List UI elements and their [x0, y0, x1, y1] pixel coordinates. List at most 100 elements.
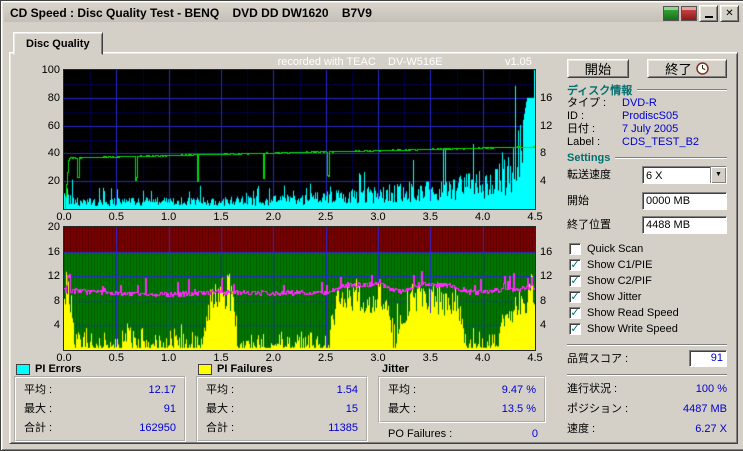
disc-date-label: 日付 : — [567, 123, 596, 135]
checkbox-show-write-speed[interactable]: ✓ Show Write Speed — [569, 321, 731, 337]
checkbox-show-c1-pie[interactable]: ✓ Show C1/PIE — [569, 257, 731, 273]
settings-section-header: Settings — [567, 152, 727, 164]
start-button-label: 開始 — [584, 62, 612, 77]
tick-label: 0.5 — [108, 352, 124, 364]
quality-score-label: 品質スコア : — [567, 353, 629, 365]
pi-failures-box: 平均 : 1.54 最大 : 15 合計 : 11385 — [196, 376, 368, 442]
right-panel: 開始 終了 ディスク情報 タイプ : DVD-R ID : ProdiscS05 日… — [557, 53, 735, 443]
pi-errors-box: 平均 : 12.17 最大 : 91 合計 : 162950 — [14, 376, 186, 442]
progress-value: 100 % — [695, 383, 727, 395]
close-button[interactable]: ✕ — [720, 4, 739, 22]
tick-label: 60 — [47, 119, 60, 132]
tab-page: recorded with TEAC DV-W516E v1.05 100 80 6… — [9, 52, 738, 444]
stat-label: 最大 : — [206, 403, 235, 415]
checkbox-box[interactable]: ✓ — [569, 275, 581, 287]
tick-label: 1.0 — [161, 211, 177, 223]
disc-label-label: Label : — [567, 136, 601, 148]
position-label: ポジション : — [567, 403, 629, 415]
tick-label: 4.5 — [527, 352, 543, 364]
stat-value: 15 — [345, 403, 358, 415]
jitter-box: 平均 : 9.47 % 最大 : 13.5 % — [378, 376, 546, 423]
tick-label: 40 — [47, 147, 60, 160]
tick-label: 3.0 — [370, 211, 386, 223]
recorded-with-label: recorded with TEAC DV-W516E — [277, 56, 443, 68]
po-failures-row: PO Failures : 0 — [388, 427, 538, 441]
checkbox-label: Show Write Speed — [587, 323, 678, 335]
checkbox-quick-scan[interactable]: Quick Scan — [569, 241, 731, 257]
chart1-y-left-axis: 100 80 60 40 20 — [32, 64, 62, 209]
tick-label: 80 — [47, 91, 60, 104]
stat-value: 162950 — [139, 422, 176, 434]
stat-value: 11385 — [328, 422, 358, 434]
checkbox-box[interactable]: ✓ — [569, 323, 581, 335]
window-title: CD Speed : Disc Quality Test - BENQ DVD … — [10, 6, 372, 20]
tick-label: 3.5 — [422, 211, 438, 223]
tick-label: 4.0 — [475, 211, 491, 223]
jitter-title: Jitter — [382, 363, 409, 375]
disc-label-row: Label : CDS_TEST_B2 — [567, 136, 727, 149]
divider — [637, 89, 727, 91]
tick-label: 100 — [41, 64, 60, 76]
tab-disc-quality[interactable]: Disc Quality — [13, 32, 103, 55]
title-bar[interactable]: CD Speed : Disc Quality Test - BENQ DVD … — [4, 4, 741, 22]
progress-row: 進行状況 : 100 % — [567, 382, 727, 396]
end-position-input[interactable]: 4488 MB — [642, 216, 727, 234]
divider — [567, 344, 727, 346]
tick-label: 8 — [53, 294, 60, 307]
close-icon: ✕ — [725, 7, 734, 19]
stat-label: 最大 : — [24, 403, 53, 415]
checkbox-show-c2-pif[interactable]: ✓ Show C2/PIF — [569, 273, 731, 289]
start-position-label: 開始 — [567, 195, 589, 207]
tick-label: 4 — [53, 319, 60, 332]
exit-button[interactable]: 終了 — [647, 59, 727, 78]
checkbox-box[interactable] — [569, 243, 581, 255]
exit-button-label: 終了 — [665, 62, 692, 77]
checkbox-column: Quick Scan ✓ Show C1/PIE ✓ Show C2/PIF ✓ Sh… — [569, 241, 731, 337]
checkbox-box[interactable]: ✓ — [569, 259, 581, 271]
stat-label: 平均 : — [206, 384, 235, 396]
stat-label: 合計 : — [206, 422, 235, 434]
po-failures-label: PO Failures : — [388, 428, 453, 440]
stat-value: 1.54 — [336, 384, 358, 396]
stat-label: 平均 : — [24, 384, 53, 396]
tick-label: 0.5 — [108, 211, 124, 223]
tab-label: Disc Quality — [26, 37, 90, 50]
checkbox-box[interactable]: ✓ — [569, 291, 581, 303]
red-disc-icon[interactable] — [681, 5, 697, 21]
quality-score-value: 91 — [689, 350, 727, 367]
settings-header-label: Settings — [567, 152, 611, 164]
disc-info-section-header: ディスク情報 — [567, 82, 727, 98]
stat-value: 91 — [163, 403, 176, 415]
disc-type-row: タイプ : DVD-R — [567, 97, 727, 110]
stat-label: 最大 : — [388, 403, 417, 415]
pie-errors-chart — [63, 69, 536, 210]
chart1-x-axis: 0.0 0.5 1.0 1.5 2.0 2.5 3.0 3.5 4.0 4.5 — [56, 211, 542, 224]
green-disc-icon[interactable] — [663, 5, 679, 21]
divider — [567, 374, 727, 376]
tick-label: 20 — [47, 175, 60, 188]
checkbox-box[interactable]: ✓ — [569, 307, 581, 319]
quality-score-row: 品質スコア : 91 — [567, 350, 727, 368]
disc-type-value: DVD-R — [622, 97, 657, 109]
speed-select-value: 6 X — [646, 170, 663, 182]
position-value: 4487 MB — [682, 403, 727, 415]
start-button[interactable]: 開始 — [567, 59, 629, 78]
speed-select[interactable]: 6 X ▼ — [642, 166, 727, 184]
exit-clock-icon — [696, 62, 709, 75]
pi-failures-title: PI Failures — [217, 363, 273, 375]
progress-label: 進行状況 : — [567, 383, 618, 395]
stat-label: 平均 : — [388, 384, 417, 396]
checkbox-show-read-speed[interactable]: ✓ Show Read Speed — [569, 305, 731, 321]
pif-jitter-chart — [63, 226, 536, 351]
divider — [615, 157, 727, 159]
minimize-button[interactable] — [699, 4, 718, 22]
checkbox-show-jitter[interactable]: ✓ Show Jitter — [569, 289, 731, 305]
position-row: ポジション : 4487 MB — [567, 402, 727, 416]
cd-speed-window: CD Speed : Disc Quality Test - BENQ DVD … — [0, 0, 743, 451]
titlebar-buttons: ✕ — [663, 4, 739, 22]
checkbox-label: Show C1/PIE — [587, 259, 653, 271]
dropdown-arrow-icon[interactable]: ▼ — [710, 167, 726, 183]
start-position-input[interactable]: 0000 MB — [642, 192, 727, 210]
pi-failures-header: PI Failures — [198, 362, 273, 376]
speed-label: 転送速度 — [567, 169, 611, 181]
